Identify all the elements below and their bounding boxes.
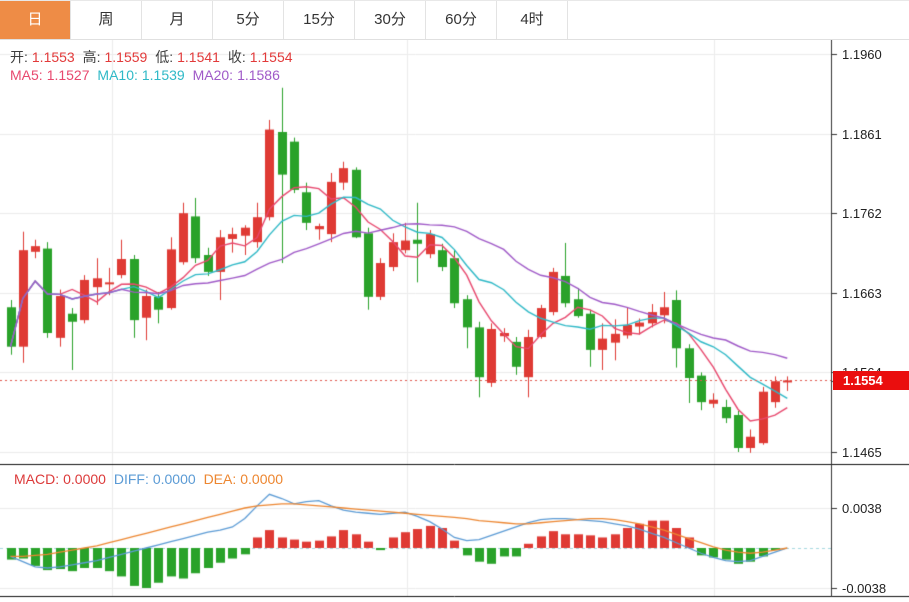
macd-axis-label: 0.0038 <box>842 501 882 516</box>
macd-label: MACD: <box>14 471 59 487</box>
macd-axis-label: -0.0038 <box>842 581 886 596</box>
macd-value: 0.0000 <box>63 471 106 487</box>
ma20-label: MA20: <box>193 67 233 83</box>
price-axis-label: 1.1663 <box>842 286 882 301</box>
ma5-label: MA5: <box>10 67 43 83</box>
tab-4hour[interactable]: 4时 <box>497 1 568 39</box>
tab-5min[interactable]: 5分 <box>213 1 284 39</box>
tab-week[interactable]: 周 <box>71 1 142 39</box>
last-price-tag: 1.1554 <box>833 371 909 390</box>
tab-month[interactable]: 月 <box>142 1 213 39</box>
trading-chart-screen: 日 周 月 5分 15分 30分 60分 4时 开:1.1553 高:1.155… <box>0 0 909 602</box>
price-axis-label: 1.1861 <box>842 127 882 142</box>
price-axis-label: 1.1960 <box>842 47 882 62</box>
ma-readout: MA5:1.1527 MA10: 1.1539 MA20:1.1586 <box>10 67 284 83</box>
close-label: 收: <box>228 49 246 65</box>
high-value: 1.1559 <box>105 49 148 65</box>
ma20-value: 1.1586 <box>237 67 280 83</box>
ohlc-readout: 开:1.1553 高:1.1559 低:1.1541 收:1.1554 <box>10 47 297 67</box>
close-value: 1.1554 <box>250 49 293 65</box>
ma10-value: 1.1539 <box>142 67 185 83</box>
diff-label: DIFF: <box>114 471 149 487</box>
timeframe-tabbar: 日 周 月 5分 15分 30分 60分 4时 <box>0 0 909 40</box>
tab-15min[interactable]: 15分 <box>284 1 355 39</box>
dea-value: 0.0000 <box>240 471 283 487</box>
low-value: 1.1541 <box>177 49 220 65</box>
tab-day[interactable]: 日 <box>0 1 71 39</box>
low-label: 低: <box>155 49 173 65</box>
macd-readout: MACD:0.0000 DIFF:0.0000 DEA:0.0000 <box>14 471 287 487</box>
tab-60min[interactable]: 60分 <box>426 1 497 39</box>
ma5-value: 1.1527 <box>47 67 90 83</box>
price-axis-label: 1.1465 <box>842 445 882 460</box>
high-label: 高: <box>83 49 101 65</box>
open-label: 开: <box>10 49 28 65</box>
open-value: 1.1553 <box>32 49 75 65</box>
dea-label: DEA: <box>204 471 237 487</box>
price-axis-label: 1.1762 <box>842 206 882 221</box>
tab-30min[interactable]: 30分 <box>355 1 426 39</box>
candlestick-macd-chart-canvas[interactable] <box>0 0 909 602</box>
diff-value: 0.0000 <box>153 471 196 487</box>
ma10-label: MA10: <box>97 67 137 83</box>
